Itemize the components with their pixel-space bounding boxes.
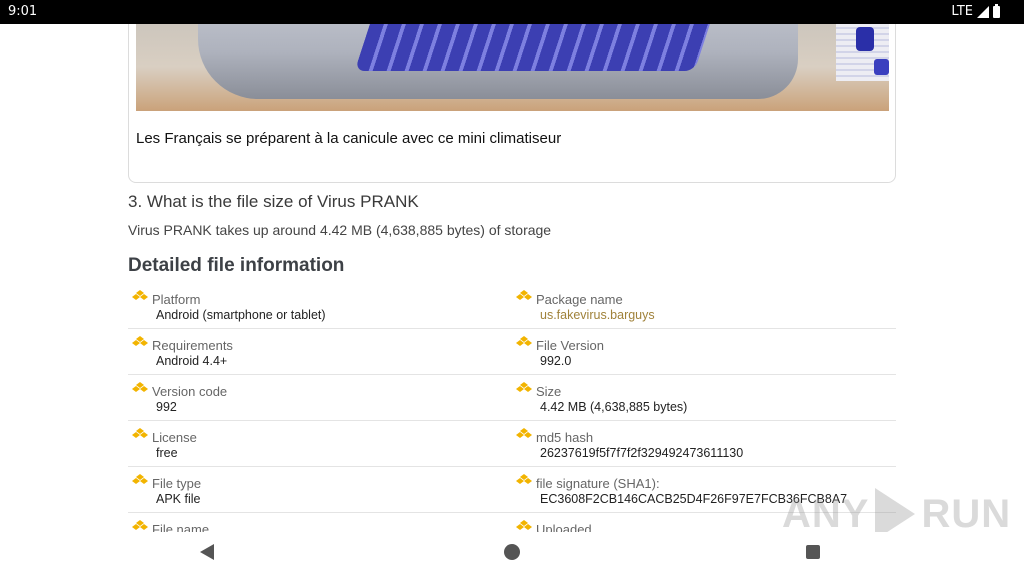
stack-icon — [132, 520, 148, 530]
detail-license: License free — [128, 420, 512, 467]
recent-apps-icon[interactable] — [806, 545, 820, 559]
stack-icon — [132, 428, 148, 438]
detail-file-type: File type APK file — [128, 466, 512, 513]
detail-size: Size 4.42 MB (4,638,885 bytes) — [512, 374, 896, 421]
watermark-left: ANY — [782, 491, 870, 533]
network-type: LTE — [951, 4, 973, 19]
detail-label: File name — [152, 522, 210, 532]
detail-label: Size — [536, 384, 562, 399]
stack-icon — [516, 336, 532, 346]
detail-label: Package name — [536, 292, 623, 307]
detail-requirements: Requirements Android 4.4+ — [128, 328, 512, 375]
detail-value: Android 4.4+ — [156, 354, 228, 368]
detail-file-version: File Version 992.0 — [512, 328, 896, 375]
detail-label: Version code — [152, 384, 228, 399]
detail-label: File Version — [536, 338, 604, 353]
back-icon[interactable] — [200, 544, 214, 560]
detail-platform: Platform Android (smartphone or tablet) — [128, 282, 512, 329]
detail-package-name: Package name us.fakevirus.barguys — [512, 282, 896, 329]
detail-value: 992.0 — [540, 354, 572, 368]
heater-side-shape — [836, 24, 889, 81]
detail-label: Requirements — [152, 338, 233, 353]
stack-icon — [516, 290, 532, 300]
detail-label: Uploaded — [536, 522, 592, 532]
status-time: 9:01 — [8, 4, 38, 19]
ad-card[interactable]: Les Français se préparent à la canicule … — [128, 24, 896, 183]
stack-icon — [516, 474, 532, 484]
detail-value: 26237619f5f7f7f2f329492473611130 — [540, 446, 744, 460]
detail-label: md5 hash — [536, 430, 594, 445]
package-name-link[interactable]: us.fakevirus.barguys — [540, 308, 655, 322]
detail-md5: md5 hash 26237619f5f7f7f2f32949247361113… — [512, 420, 896, 467]
play-icon — [875, 488, 916, 532]
page-content[interactable]: Les Français se préparent à la canicule … — [0, 24, 1024, 532]
detail-label: Platform — [152, 292, 201, 307]
status-bar: 9:01 LTE — [0, 0, 1024, 24]
stack-icon — [132, 474, 148, 484]
faq-answer: Virus PRANK takes up around 4.42 MB (4,6… — [128, 222, 552, 238]
stack-icon — [132, 290, 148, 300]
signal-icon — [977, 5, 989, 18]
detail-value: free — [156, 446, 178, 460]
battery-icon — [993, 3, 1000, 18]
ad-image[interactable] — [136, 24, 889, 111]
detail-value: Android (smartphone or tablet) — [156, 308, 326, 322]
stack-icon — [516, 428, 532, 438]
anyrun-watermark: ANY RUN — [782, 488, 1011, 532]
detail-label: License — [152, 430, 197, 445]
home-icon[interactable] — [504, 544, 520, 560]
detail-value: APK file — [156, 492, 201, 506]
ad-caption[interactable]: Les Français se préparent à la canicule … — [136, 130, 561, 147]
detail-version-code: Version code 992 — [128, 374, 512, 421]
stack-icon — [132, 336, 148, 346]
faq-question: 3. What is the file size of Virus PRANK — [128, 192, 419, 211]
detail-file-name: File name — [128, 512, 512, 532]
details-title: Detailed file information — [128, 255, 345, 276]
watermark-right: RUN — [921, 491, 1012, 533]
detail-value: 992 — [156, 400, 177, 414]
detail-value: 4.42 MB (4,638,885 bytes) — [540, 400, 688, 414]
detail-label: File type — [152, 476, 202, 491]
stack-icon — [516, 382, 532, 392]
heater-vents-shape — [354, 24, 718, 71]
stack-icon — [516, 520, 532, 530]
status-indicators: LTE — [951, 3, 1000, 19]
detail-label: file signature (SHA1): — [536, 476, 660, 491]
navigation-bar — [0, 532, 1024, 576]
stack-icon — [132, 382, 148, 392]
